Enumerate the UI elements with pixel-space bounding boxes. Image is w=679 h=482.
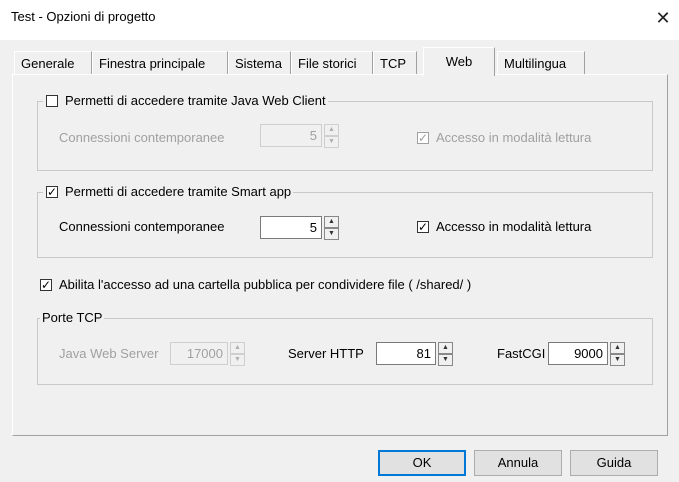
java-web-server-spinner[interactable]: ▲ ▼ [230, 342, 245, 366]
tab-generale[interactable]: Generale [14, 51, 92, 74]
server-http-label: Server HTTP [288, 346, 364, 361]
java-connections-label: Connessioni contemporanee [59, 130, 225, 145]
smart-readonly-label: Accesso in modalità lettura [436, 219, 592, 234]
spinner-down-icon[interactable]: ▼ [324, 228, 339, 240]
shared-folder-label: Abilita l'accesso ad una cartella pubbli… [59, 277, 472, 292]
fastcgi-spinner[interactable]: ▲ ▼ [610, 342, 625, 366]
java-readonly-checkbox[interactable]: ✓ [417, 132, 429, 144]
smart-app-checkbox[interactable]: ✓ [46, 186, 58, 198]
tab-web[interactable]: Web [423, 47, 495, 76]
smart-connections-input[interactable]: 5 [260, 216, 322, 239]
spinner-down-icon[interactable]: ▼ [610, 354, 625, 366]
tcp-ports-legend: Porte TCP [40, 310, 105, 326]
java-connections-spinner[interactable]: ▲ ▼ [324, 124, 339, 148]
java-web-server-port-input[interactable]: 17000 [170, 342, 228, 365]
tab-sistema[interactable]: Sistema [228, 51, 291, 74]
window-title: Test - Opzioni di progetto [11, 9, 156, 24]
java-web-client-checkbox[interactable] [46, 95, 58, 107]
spinner-up-icon[interactable]: ▲ [610, 342, 625, 354]
fastcgi-label: FastCGI [497, 346, 546, 361]
ok-button[interactable]: OK [378, 450, 466, 476]
tab-multilingua[interactable]: Multilingua [497, 51, 585, 74]
cancel-button[interactable]: Annula [474, 450, 562, 476]
spinner-up-icon[interactable]: ▲ [324, 216, 339, 228]
spinner-up-icon[interactable]: ▲ [324, 124, 339, 136]
smart-connections-spinner[interactable]: ▲ ▼ [324, 216, 339, 240]
smart-readonly-checkbox[interactable]: ✓ [417, 221, 429, 233]
java-web-client-label: Permetti di accedere tramite Java Web Cl… [65, 93, 326, 108]
spinner-down-icon[interactable]: ▼ [438, 354, 453, 366]
spinner-down-icon[interactable]: ▼ [230, 354, 245, 366]
server-http-spinner[interactable]: ▲ ▼ [438, 342, 453, 366]
tab-tcp[interactable]: TCP [373, 51, 417, 74]
java-web-server-label: Java Web Server [59, 346, 159, 361]
smart-app-label: Permetti di accedere tramite Smart app [65, 184, 292, 199]
spinner-up-icon[interactable]: ▲ [438, 342, 453, 354]
smart-app-legend: ✓ Permetti di accedere tramite Smart app [43, 184, 294, 200]
tab-finestra-principale[interactable]: Finestra principale [92, 51, 228, 74]
help-button[interactable]: Guida [570, 450, 658, 476]
spinner-down-icon[interactable]: ▼ [324, 136, 339, 148]
spinner-up-icon[interactable]: ▲ [230, 342, 245, 354]
java-connections-input[interactable]: 5 [260, 124, 322, 147]
fastcgi-port-input[interactable]: 9000 [548, 342, 608, 365]
java-web-client-legend: Permetti di accedere tramite Java Web Cl… [43, 93, 328, 109]
close-icon[interactable]: ✕ [648, 4, 678, 32]
server-http-port-input[interactable]: 81 [376, 342, 436, 365]
java-readonly-label: Accesso in modalità lettura [436, 130, 592, 145]
smart-connections-label: Connessioni contemporanee [59, 219, 225, 234]
shared-folder-checkbox[interactable]: ✓ [40, 279, 52, 291]
tab-file-storici[interactable]: File storici [291, 51, 373, 74]
